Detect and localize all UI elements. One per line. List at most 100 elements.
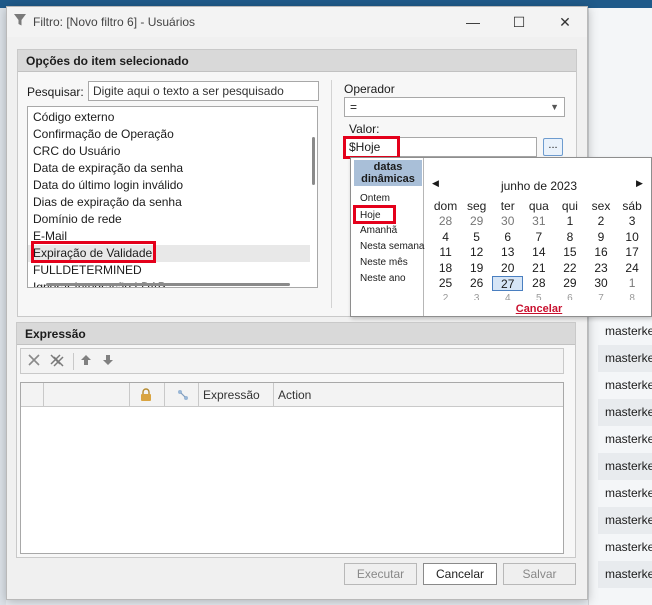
- link-icon: [178, 390, 188, 400]
- maximize-button[interactable]: ☐: [499, 11, 539, 33]
- calendar-day[interactable]: 16: [585, 245, 616, 260]
- calendar-day[interactable]: 4: [492, 291, 523, 300]
- calendar-grid: dom seg ter qua qui sex sáb 28 29 30 31 …: [430, 199, 648, 300]
- title-bar[interactable]: Filtro: [Novo filtro 6] - Usuários — ☐ ✕: [7, 7, 587, 37]
- calendar-week-row: 25 26 27 28 29 30 1: [430, 275, 648, 292]
- background-row: masterkey: [598, 399, 652, 426]
- calendar-day[interactable]: 23: [585, 261, 616, 276]
- calendar-week-row: 2 3 4 5 6 7 8: [430, 291, 648, 300]
- calendar-day[interactable]: 29: [461, 214, 492, 229]
- save-button[interactable]: Salvar: [503, 563, 576, 585]
- calendar-day[interactable]: 31: [523, 214, 554, 229]
- column-header-lock[interactable]: [130, 383, 165, 407]
- dynamic-date-yesterday[interactable]: Ontem: [360, 193, 390, 204]
- calendar-week-row: 28 29 30 31 1 2 3: [430, 214, 648, 229]
- calendar-day[interactable]: 30: [585, 276, 616, 291]
- dynamic-dates-header: datas dinâmicas: [354, 160, 422, 186]
- calendar-day[interactable]: 9: [585, 230, 616, 245]
- dynamic-date-this-month[interactable]: Neste mês: [360, 257, 408, 268]
- list-item[interactable]: Confirmação de Operação: [28, 126, 310, 143]
- weekday-label: sex: [591, 199, 611, 213]
- list-item[interactable]: Dias de expiração da senha: [28, 194, 310, 211]
- calendar-day[interactable]: 8: [554, 230, 585, 245]
- close-button[interactable]: ✕: [545, 11, 585, 33]
- calendar-day-today[interactable]: 27: [492, 275, 524, 292]
- weekday-label: sáb: [622, 199, 642, 213]
- background-row: masterkey: [605, 486, 652, 500]
- next-month-button[interactable]: ▶: [636, 178, 643, 189]
- minimize-button[interactable]: —: [453, 11, 493, 33]
- calendar-day[interactable]: 17: [617, 245, 648, 260]
- list-item[interactable]: CRC do Usuário: [28, 143, 310, 160]
- list-item[interactable]: Código externo: [28, 109, 310, 126]
- delete-all-icon[interactable]: [49, 353, 65, 367]
- calendar-day[interactable]: 8: [617, 291, 648, 300]
- search-input[interactable]: Digite aqui o texto a ser pesquisado: [88, 81, 319, 101]
- cancel-button[interactable]: Cancelar: [423, 563, 497, 585]
- ellipsis-button[interactable]: ...: [543, 138, 563, 156]
- calendar-day[interactable]: 13: [492, 245, 523, 260]
- expression-grid[interactable]: Expressão Action: [20, 382, 564, 554]
- calendar-day[interactable]: 10: [617, 230, 648, 245]
- calendar-day[interactable]: 28: [523, 276, 554, 291]
- calendar-day[interactable]: 15: [554, 245, 585, 260]
- operator-select[interactable]: = ▼: [344, 97, 565, 117]
- calendar-day[interactable]: 24: [617, 261, 648, 276]
- column-header-expression[interactable]: Expressão: [199, 383, 274, 407]
- arrow-up-icon[interactable]: [79, 353, 93, 367]
- execute-button[interactable]: Executar: [344, 563, 417, 585]
- calendar-day[interactable]: 26: [461, 276, 492, 291]
- calendar-day[interactable]: 4: [430, 230, 461, 245]
- calendar-day[interactable]: 5: [461, 230, 492, 245]
- vertical-scrollbar[interactable]: [312, 137, 315, 185]
- expression-grid-header: Expressão Action: [21, 383, 563, 407]
- chevron-down-icon: ▼: [550, 102, 559, 112]
- calendar-day[interactable]: 21: [523, 261, 554, 276]
- calendar-day[interactable]: 14: [523, 245, 554, 260]
- dynamic-date-this-week[interactable]: Nesta semana: [360, 241, 424, 252]
- column-header-link[interactable]: [165, 383, 199, 407]
- calendar-day[interactable]: 1: [617, 276, 648, 291]
- lock-icon: [141, 388, 151, 401]
- list-item[interactable]: Domínio de rede: [28, 211, 310, 228]
- calendar-day[interactable]: 1: [554, 214, 585, 229]
- calendar-day[interactable]: 3: [461, 291, 492, 300]
- list-item[interactable]: FULLDETERMINED: [28, 262, 310, 279]
- dynamic-dates-column: datas dinâmicas Ontem Hoje Amanhã Nesta …: [351, 158, 424, 316]
- calendar-day[interactable]: 25: [430, 276, 461, 291]
- column-header-indicator[interactable]: [21, 383, 44, 407]
- calendar-day[interactable]: 5: [523, 291, 554, 300]
- list-item[interactable]: Data do último login inválido: [28, 177, 310, 194]
- calendar-day[interactable]: 7: [523, 230, 554, 245]
- calendar-day[interactable]: 3: [617, 214, 648, 229]
- calendar-day[interactable]: 18: [430, 261, 461, 276]
- list-item[interactable]: Data de expiração da senha: [28, 160, 310, 177]
- column-header-action[interactable]: Action: [274, 383, 563, 407]
- calendar-day[interactable]: 2: [430, 291, 461, 300]
- dynamic-date-tomorrow[interactable]: Amanhã: [360, 225, 397, 236]
- operator-label: Operador: [344, 82, 395, 96]
- calendar-day[interactable]: 28: [430, 214, 461, 229]
- arrow-down-icon[interactable]: [101, 353, 115, 367]
- background-row: masterkey: [598, 453, 652, 480]
- calendar-day[interactable]: 2: [585, 214, 616, 229]
- panel-divider: [331, 80, 332, 308]
- calendar-day[interactable]: 20: [492, 261, 523, 276]
- calendar-day[interactable]: 12: [461, 245, 492, 260]
- calendar-day[interactable]: 19: [461, 261, 492, 276]
- horizontal-scrollbar[interactable]: [46, 283, 290, 286]
- calendar-day[interactable]: 6: [554, 291, 585, 300]
- calendar-day[interactable]: 29: [554, 276, 585, 291]
- weekday-label: dom: [433, 199, 458, 213]
- calendar-day[interactable]: 30: [492, 214, 523, 229]
- delete-icon[interactable]: [27, 353, 41, 367]
- calendar-day[interactable]: 6: [492, 230, 523, 245]
- calendar-day[interactable]: 11: [430, 245, 461, 260]
- calendar-day[interactable]: 22: [554, 261, 585, 276]
- dynamic-date-this-year[interactable]: Neste ano: [360, 273, 406, 284]
- calendar-day[interactable]: 7: [585, 291, 616, 300]
- column-header-blank[interactable]: [44, 383, 130, 407]
- highlight-box-field: [31, 241, 156, 263]
- calendar-cancel-link[interactable]: Cancelar: [427, 303, 651, 315]
- weekday-label: seg: [466, 199, 487, 213]
